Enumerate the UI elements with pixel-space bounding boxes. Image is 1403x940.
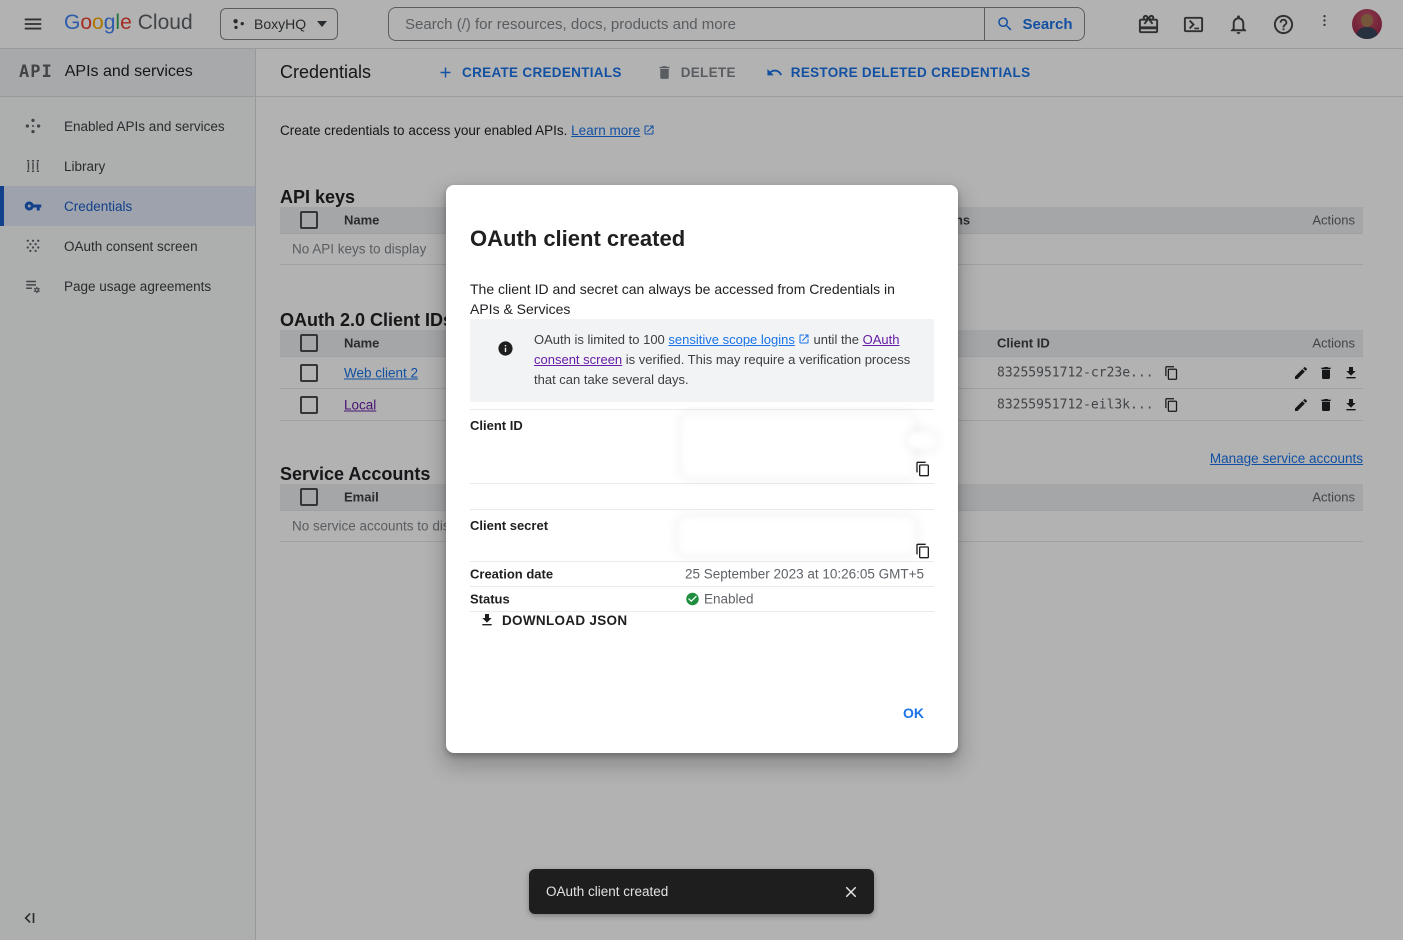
sensitive-scope-logins-link[interactable]: sensitive scope logins (668, 332, 794, 347)
status-row: Status Enabled (470, 587, 934, 612)
check-circle-icon (685, 592, 700, 607)
client-details: Client ID Client secret Creation date 25… (470, 409, 934, 612)
copy-icon[interactable] (915, 461, 931, 477)
copy-icon[interactable] (915, 543, 931, 559)
oauth-client-created-dialog: OAuth client created The client ID and s… (446, 185, 958, 753)
toast: OAuth client created (529, 869, 874, 914)
status-value: Enabled (685, 592, 754, 607)
redacted-client-secret (679, 517, 915, 554)
download-icon (479, 612, 495, 628)
close-icon[interactable] (842, 883, 860, 901)
status-label: Status (470, 592, 510, 607)
redacted-client-id (908, 432, 936, 449)
external-link-icon (798, 333, 810, 345)
info-icon (497, 340, 514, 357)
download-json-button[interactable]: DOWNLOAD JSON (479, 612, 627, 628)
app: Google Cloud BoxyHQ Search (0, 0, 1403, 940)
client-secret-row: Client secret (470, 510, 934, 562)
client-id-label: Client ID (470, 418, 523, 433)
creation-date-label: Creation date (470, 567, 553, 582)
creation-date-value: 25 September 2023 at 10:26:05 GMT+5 (685, 567, 924, 582)
creation-date-row: Creation date 25 September 2023 at 10:26… (470, 562, 934, 587)
toast-message: OAuth client created (546, 884, 668, 899)
notice-banner: OAuth is limited to 100 sensitive scope … (470, 319, 934, 402)
client-secret-label: Client secret (470, 518, 548, 533)
dialog-title: OAuth client created (470, 226, 685, 252)
notice-text: OAuth is limited to 100 sensitive scope … (534, 330, 932, 390)
ok-button[interactable]: OK (891, 697, 936, 729)
spacer-row (470, 484, 934, 510)
redacted-client-id (682, 415, 914, 477)
dialog-description: The client ID and secret can always be a… (470, 279, 922, 319)
client-id-row: Client ID (470, 410, 934, 484)
